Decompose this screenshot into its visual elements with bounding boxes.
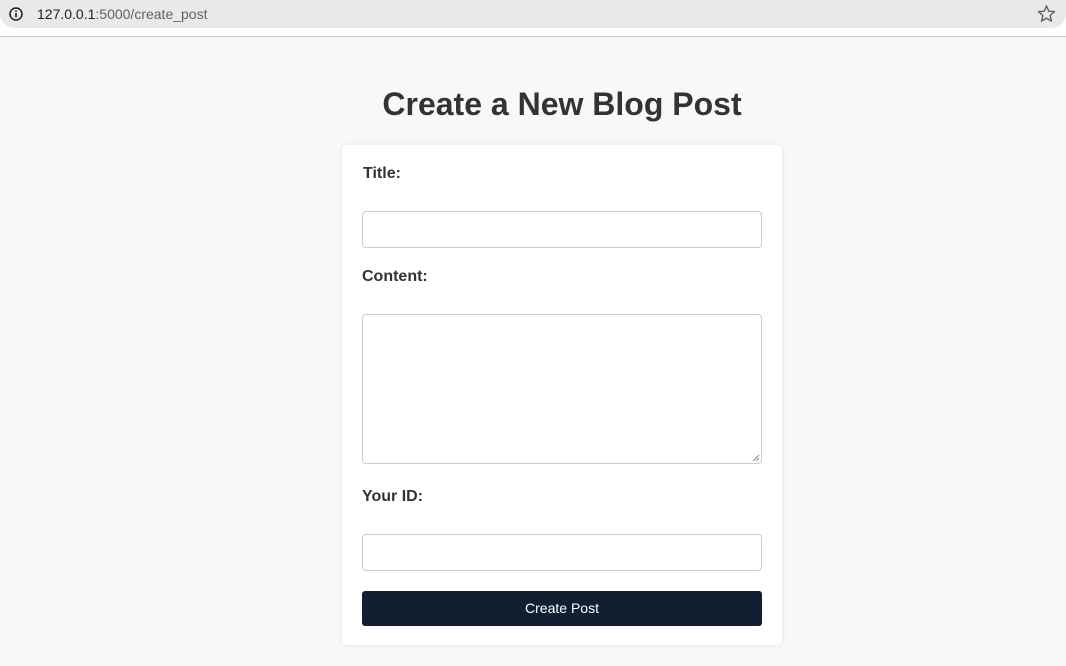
title-label: Title:	[363, 165, 401, 182]
content-textarea[interactable]	[362, 314, 762, 464]
page-title: Create a New Blog Post	[382, 86, 742, 122]
url-host: 127.0.0.1	[37, 6, 96, 22]
title-input[interactable]	[362, 211, 762, 248]
star-icon[interactable]	[1037, 4, 1056, 23]
resize-grip-icon[interactable]	[752, 454, 760, 462]
your-id-input[interactable]	[362, 534, 762, 571]
info-icon[interactable]	[9, 7, 23, 21]
url-text[interactable]: 127.0.0.1:5000/create_post	[37, 5, 207, 23]
address-bar[interactable]: 127.0.0.1:5000/create_post	[0, 0, 1066, 28]
browser-toolbar: 127.0.0.1:5000/create_post	[0, 0, 1066, 37]
content-label: Content:	[362, 268, 428, 285]
your-id-label: Your ID:	[362, 488, 424, 505]
create-post-form: Title: Content: Your ID: Create Post	[342, 145, 782, 645]
url-path: :5000/create_post	[95, 6, 208, 22]
content-area-wrapper	[342, 314, 782, 464]
create-post-button[interactable]: Create Post	[362, 591, 762, 626]
